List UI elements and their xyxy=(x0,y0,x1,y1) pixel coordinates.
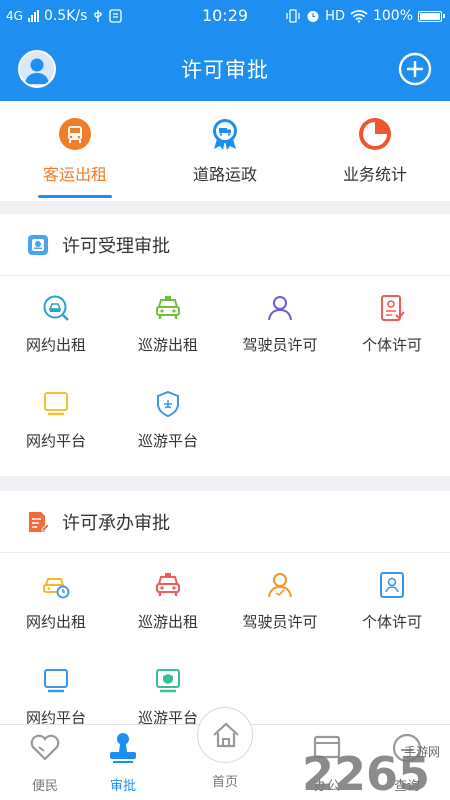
document-edit-icon xyxy=(29,511,50,532)
item-cruise-taxi[interactable]: 巡游出租 xyxy=(112,294,224,355)
item-label: 网约出租 xyxy=(25,336,86,354)
approval-card-icon xyxy=(28,234,48,255)
nav-label: 首页 xyxy=(211,775,238,790)
title-bar: 许可审批 xyxy=(0,36,450,100)
section-handling-approval: 许可承办审批 网约出租 巡游出租 驾驶员许可 个体许可 网约平台 巡游平台 xyxy=(0,491,450,731)
car-search-icon xyxy=(43,295,69,321)
item-label: 巡游出租 xyxy=(137,336,198,354)
nav-approval[interactable]: 审批 xyxy=(78,731,168,794)
hd-indicator: HD xyxy=(325,8,345,24)
section-header: 许可受理审批 xyxy=(0,214,450,276)
person-icon xyxy=(268,573,292,598)
taxi-icon xyxy=(156,573,180,596)
item-label: 驾驶员许可 xyxy=(242,336,318,354)
person-icon xyxy=(268,296,292,321)
app-notify-icon xyxy=(109,9,123,23)
tab-label: 客运出租 xyxy=(42,165,107,184)
network-speed: 0.5K/s xyxy=(43,8,88,24)
taxi-icon xyxy=(156,296,180,319)
signal-icon xyxy=(27,10,39,22)
item-ride-hailing-platform[interactable]: 网约平台 xyxy=(0,667,112,728)
item-label: 个体许可 xyxy=(361,336,422,354)
active-tab-indicator xyxy=(38,195,112,198)
tab-statistics[interactable]: 业务统计 xyxy=(300,117,450,185)
section-title: 许可承办审批 xyxy=(62,512,170,534)
nav-convenience[interactable]: 便民 xyxy=(0,731,90,794)
stamp-icon xyxy=(110,733,136,763)
item-label: 巡游出租 xyxy=(137,613,198,631)
item-label: 网约平台 xyxy=(25,432,86,450)
item-driver-permit[interactable]: 驾驶员许可 xyxy=(224,294,336,355)
item-individual-permit[interactable]: 个体许可 xyxy=(336,571,448,632)
item-label: 网约出租 xyxy=(25,613,86,631)
monitor-icon xyxy=(44,669,68,693)
item-driver-permit[interactable]: 驾驶员许可 xyxy=(224,571,336,632)
usb-icon xyxy=(94,10,103,22)
section-title: 许可受理审批 xyxy=(62,235,170,257)
top-tabs: 客运出租 道路运政 业务统计 xyxy=(0,101,450,201)
pie-chart-icon xyxy=(359,118,391,150)
tab-label: 道路运政 xyxy=(192,165,257,184)
site-watermark: 2265 手游网 xyxy=(302,745,440,800)
tab-road-transport[interactable]: 道路运政 xyxy=(150,117,300,185)
shield-icon xyxy=(157,390,179,418)
vibrate-icon xyxy=(286,9,300,23)
nav-home[interactable]: 首页 xyxy=(180,771,270,790)
status-bar: 4G 0.5K/s HD 100% 10:29 xyxy=(0,0,450,32)
nav-label: 审批 xyxy=(109,779,136,794)
tab-passenger-taxi[interactable]: 客运出租 xyxy=(0,117,150,185)
page-title: 许可审批 xyxy=(181,58,269,82)
screen-check-icon xyxy=(156,669,180,693)
item-individual-permit[interactable]: 个体许可 xyxy=(336,294,448,355)
truck-badge-icon xyxy=(213,119,237,150)
watermark-site: 手游网 xyxy=(404,745,440,759)
home-button[interactable] xyxy=(197,707,253,763)
battery-icon xyxy=(418,10,445,22)
section-acceptance-approval: 许可受理审批 网约出租 巡游出租 驾驶员许可 个体许可 网约平台 巡游平台 xyxy=(0,214,450,476)
taxi-icon xyxy=(59,118,91,150)
app-header: 4G 0.5K/s HD 100% 10:29 许可审批 xyxy=(0,0,450,101)
item-ride-hailing-platform[interactable]: 网约平台 xyxy=(0,390,112,451)
item-cruise-taxi[interactable]: 巡游出租 xyxy=(112,571,224,632)
item-label: 个体许可 xyxy=(361,613,422,631)
home-icon xyxy=(213,722,239,748)
network-type: 4G xyxy=(6,9,23,23)
battery-percent: 100% xyxy=(372,8,413,24)
tab-label: 业务统计 xyxy=(342,165,407,184)
wifi-icon xyxy=(350,10,368,23)
id-card-icon xyxy=(380,572,404,598)
item-ride-hailing-taxi[interactable]: 网约出租 xyxy=(0,571,112,632)
screen-icon xyxy=(44,392,68,416)
id-doc-icon xyxy=(381,295,405,321)
alarm-icon xyxy=(307,11,319,22)
item-ride-hailing-taxi[interactable]: 网约出租 xyxy=(0,294,112,355)
section-header: 许可承办审批 xyxy=(0,491,450,553)
item-label: 巡游平台 xyxy=(137,432,198,450)
car-clock-icon xyxy=(43,578,70,599)
add-button[interactable] xyxy=(398,52,432,86)
item-label: 驾驶员许可 xyxy=(242,613,318,631)
nav-label: 便民 xyxy=(31,779,58,794)
heart-icon xyxy=(30,734,60,761)
item-cruise-platform[interactable]: 巡游平台 xyxy=(112,390,224,451)
